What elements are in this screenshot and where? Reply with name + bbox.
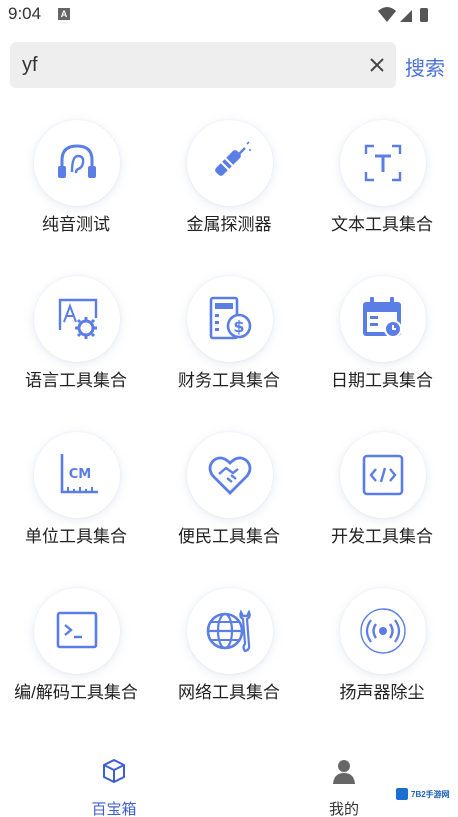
tool-label: 财务工具集合 xyxy=(178,371,280,390)
tool-icon-circle xyxy=(187,432,273,518)
watermark-text: 7B2手游网 xyxy=(411,790,450,799)
calendar-icon xyxy=(363,297,402,338)
tool-icon-circle xyxy=(340,276,426,362)
search-input[interactable]: yf xyxy=(10,42,396,88)
status-time: 9:04 xyxy=(8,4,42,23)
wifi-icon xyxy=(378,7,396,22)
code-icon xyxy=(362,454,404,496)
headphones-icon xyxy=(58,144,96,178)
tool-icon-circle xyxy=(187,588,273,674)
watermark-logo: 7B2手游网 xyxy=(396,787,454,803)
text-icon xyxy=(364,144,402,182)
tool-item-date-tools[interactable]: 日期工具集合 xyxy=(306,268,458,418)
tool-label: 扬声器除尘 xyxy=(339,683,425,702)
tool-label: 日期工具集合 xyxy=(331,371,433,390)
search-button[interactable]: 搜索 xyxy=(405,52,445,81)
speaker-icon xyxy=(360,608,406,654)
tool-item-convenience-tools[interactable]: 便民工具集合 xyxy=(153,424,305,574)
nav-label: 我的 xyxy=(328,801,359,817)
language-icon xyxy=(58,298,98,339)
tool-label: 网络工具集合 xyxy=(178,683,280,702)
status-icons xyxy=(378,7,428,22)
tool-label: 金属探测器 xyxy=(186,215,272,234)
unit-ruler-icon: CM xyxy=(60,454,98,494)
tool-label: 语言工具集合 xyxy=(25,371,127,390)
search-input-value[interactable]: yf xyxy=(22,54,38,77)
status-bar: 9:04 A xyxy=(0,0,458,30)
tool-label: 开发工具集合 xyxy=(331,527,433,546)
tool-label: 便民工具集合 xyxy=(178,527,280,546)
network-icon xyxy=(206,609,251,653)
metal-detector-icon xyxy=(215,141,251,176)
watermark-icon xyxy=(396,788,408,800)
tool-item-language-tools[interactable]: 语言工具集合 xyxy=(0,268,152,418)
signal-icon xyxy=(400,10,412,22)
close-icon[interactable] xyxy=(366,54,388,76)
terminal-icon xyxy=(56,611,98,649)
tool-icon-circle xyxy=(340,588,426,674)
tool-item-text-tools[interactable]: 文本工具集合 xyxy=(306,112,458,262)
tool-label: 编/解码工具集合 xyxy=(14,683,138,702)
tool-icon-circle xyxy=(34,276,120,362)
tool-item-speaker-dust-removal[interactable]: 扬声器除尘 xyxy=(306,580,458,730)
nav-item-mine[interactable]: 我的 xyxy=(294,758,394,817)
svg-text:$: $ xyxy=(233,317,244,336)
finance-icon: $ xyxy=(209,296,252,340)
tool-icon-circle xyxy=(34,120,120,206)
nav-item-toolbox[interactable]: 百宝箱 xyxy=(64,758,164,817)
user-icon xyxy=(333,760,355,784)
tool-item-encode-decode-tools[interactable]: 编/解码工具集合 xyxy=(0,580,152,730)
notification-icon: A xyxy=(58,8,70,20)
battery-icon xyxy=(420,8,428,22)
tool-icon-circle xyxy=(34,588,120,674)
tool-label: 文本工具集合 xyxy=(331,215,433,234)
tool-item-finance-tools[interactable]: $ 财务工具集合 xyxy=(153,268,305,418)
nav-label: 百宝箱 xyxy=(91,801,137,817)
tool-icon-circle: $ xyxy=(187,276,273,362)
cube-icon xyxy=(103,759,125,783)
tool-icon-circle: CM xyxy=(34,432,120,518)
tool-label: 单位工具集合 xyxy=(25,527,127,546)
tool-icon-circle xyxy=(340,120,426,206)
bottom-nav: 百宝箱 我的 xyxy=(0,752,458,817)
tool-item-metal-detector[interactable]: 金属探测器 xyxy=(153,112,305,262)
tool-icon-circle xyxy=(340,432,426,518)
tool-label: 纯音测试 xyxy=(42,215,110,234)
tool-icon-circle xyxy=(187,120,273,206)
tool-item-network-tools[interactable]: 网络工具集合 xyxy=(153,580,305,730)
heart-handshake-icon xyxy=(208,456,252,495)
svg-text:CM: CM xyxy=(69,467,91,482)
tool-item-unit-tools[interactable]: CM 单位工具集合 xyxy=(0,424,152,574)
tool-item-dev-tools[interactable]: 开发工具集合 xyxy=(306,424,458,574)
tool-item-pure-tone-test[interactable]: 纯音测试 xyxy=(0,112,152,262)
